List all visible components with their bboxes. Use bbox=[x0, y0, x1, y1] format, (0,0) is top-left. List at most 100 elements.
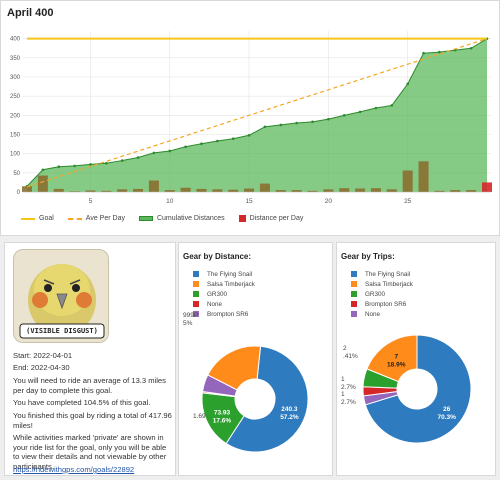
slice-value-label: 240.3 bbox=[281, 406, 298, 413]
cumulative-point bbox=[41, 168, 45, 172]
distance-bar bbox=[418, 161, 429, 192]
x-tick-label: 15 bbox=[245, 198, 253, 205]
y-tick-label: 100 bbox=[10, 152, 21, 158]
cumulative-point bbox=[295, 121, 298, 125]
cumulative-point bbox=[358, 110, 362, 114]
cumulative-point bbox=[406, 82, 409, 86]
legend-cumulative[interactable]: Cumulative Distances bbox=[138, 215, 225, 222]
cumulative-point bbox=[469, 46, 473, 50]
legend-goal-swatch bbox=[21, 217, 35, 220]
slice-pct-label: 17.6% bbox=[213, 418, 232, 425]
cumulative-point bbox=[120, 159, 124, 162]
y-tick-label: 150 bbox=[10, 133, 21, 139]
slice-pct-label: 57.2% bbox=[280, 414, 299, 421]
slice-value-label: 1 bbox=[341, 376, 345, 383]
chart-legend: Goal Ave Per Day Cumulative Distances Di… bbox=[21, 215, 317, 222]
gear-distance-donut: 240.357.2% 73.9317.6% 1.69 999P5% bbox=[183, 312, 309, 453]
legend-cumulative-swatch bbox=[138, 216, 153, 221]
goal-chart-panel: 0 50 100 150 200 250 300 350 400 5 10 15 20 25 April … bbox=[0, 0, 500, 236]
goal-start-date: Start: 2022-04-01 bbox=[13, 351, 73, 360]
badge-caption: (VISIBLE DISGUST) bbox=[26, 327, 98, 335]
legend-ave-swatch bbox=[67, 217, 82, 220]
cumulative-point bbox=[263, 125, 267, 129]
slice-pct-label: 2.7% bbox=[341, 399, 356, 406]
distance-bar bbox=[402, 170, 413, 192]
goal-link[interactable]: https://ridewithgps.com/goals/22892 bbox=[13, 465, 173, 475]
cumulative-point bbox=[152, 151, 156, 155]
distance-bar bbox=[482, 182, 492, 192]
distance-bar bbox=[323, 189, 334, 192]
cumulative-point bbox=[184, 145, 187, 149]
distance-bar bbox=[196, 188, 207, 192]
legend-distance-label: Distance per Day bbox=[249, 215, 304, 222]
cumulative-point bbox=[422, 51, 425, 55]
slice-value-label: 7 bbox=[394, 353, 398, 360]
slice-pct-label: 18.9% bbox=[387, 361, 406, 368]
cumulative-point bbox=[374, 106, 378, 110]
slice-value-label: 73.93 bbox=[214, 410, 231, 417]
y-tick-label: 350 bbox=[10, 56, 21, 62]
legend-ave[interactable]: Ave Per Day bbox=[67, 215, 125, 222]
distance-bar bbox=[180, 187, 191, 192]
distance-bar bbox=[339, 188, 350, 192]
slice-pct-label: 2.7% bbox=[341, 384, 356, 391]
goal-badge-image: (VISIBLE DISGUST) bbox=[13, 249, 109, 343]
distance-bar bbox=[355, 188, 366, 192]
slice-pct-label: 5% bbox=[183, 320, 193, 327]
distance-bar bbox=[133, 188, 144, 192]
goal-completed-text: You have completed 104.5% of this goal. bbox=[13, 398, 151, 407]
distance-bar bbox=[212, 189, 223, 192]
cumulative-point bbox=[438, 50, 441, 54]
cumulative-point bbox=[279, 123, 283, 127]
slice-value-label: 26 bbox=[443, 406, 451, 413]
y-tick-label: 400 bbox=[10, 37, 21, 43]
cumulative-point bbox=[327, 117, 330, 121]
legend-distance-swatch bbox=[238, 215, 246, 222]
distance-bar bbox=[22, 186, 32, 192]
distance-bar bbox=[259, 183, 270, 192]
gear-trips-panel: Gear by Trips: The Flying Snail Salsa Ti… bbox=[336, 242, 496, 476]
legend-cumulative-label: Cumulative Distances bbox=[156, 215, 225, 222]
x-tick-label: 20 bbox=[325, 198, 333, 205]
cumulative-point bbox=[216, 139, 219, 143]
cumulative-point bbox=[168, 149, 172, 153]
x-tick-label: 5 bbox=[89, 198, 93, 205]
goal-progress-chart: 0 50 100 150 200 250 300 350 400 5 10 15 20 25 bbox=[10, 31, 492, 205]
goal-info-panel: (VISIBLE DISGUST) Start: 2022-04-01 End:… bbox=[4, 242, 176, 476]
cumulative-point bbox=[231, 137, 235, 141]
slice-pct-label: 70.3% bbox=[438, 414, 457, 421]
gear-distance-panel: Gear by Distance: The Flying Snail Salsa… bbox=[178, 242, 333, 476]
distance-bar bbox=[53, 188, 64, 192]
legend-goal[interactable]: Goal bbox=[21, 215, 54, 222]
cumulative-point bbox=[247, 133, 251, 137]
cumulative-point bbox=[73, 164, 76, 168]
y-tick-label: 300 bbox=[10, 75, 21, 81]
goal-finished-text: You finished this goal by riding a total… bbox=[13, 411, 172, 430]
slice-value-label: 1.69 bbox=[193, 413, 206, 420]
goal-average-text: You will need to ride an average of 13.3… bbox=[13, 376, 166, 395]
slice-pct-label: .41% bbox=[343, 353, 358, 360]
distance-bar bbox=[228, 189, 239, 192]
legend-distance-per-day[interactable]: Distance per Day bbox=[238, 215, 304, 222]
cumulative-point bbox=[89, 163, 92, 166]
y-tick-label: 200 bbox=[10, 113, 21, 119]
slice-value-label: 1 bbox=[341, 391, 345, 398]
cumulative-point bbox=[311, 120, 314, 124]
cumulative-point bbox=[57, 165, 61, 168]
cumulative-point bbox=[136, 156, 140, 159]
page-title: April 400 bbox=[7, 7, 54, 19]
cumulative-point bbox=[105, 161, 108, 165]
slice-value-label: 2 bbox=[343, 345, 347, 352]
distance-bar bbox=[148, 180, 159, 192]
slice-value-label: 999P bbox=[183, 312, 198, 319]
x-tick-label: 10 bbox=[166, 198, 174, 205]
distance-bar bbox=[117, 189, 128, 192]
cumulative-point bbox=[342, 114, 346, 117]
y-tick-label: 250 bbox=[10, 94, 21, 100]
y-tick-label: 50 bbox=[13, 171, 20, 177]
goal-end-date: End: 2022-04-30 bbox=[13, 363, 70, 372]
y-tick-label: 0 bbox=[17, 190, 21, 196]
cumulative-point bbox=[200, 142, 203, 145]
cumulative-point bbox=[390, 104, 394, 107]
gear-trips-donut: 2670.3%12.7%12.7%2.41% 718.9% bbox=[341, 334, 472, 444]
